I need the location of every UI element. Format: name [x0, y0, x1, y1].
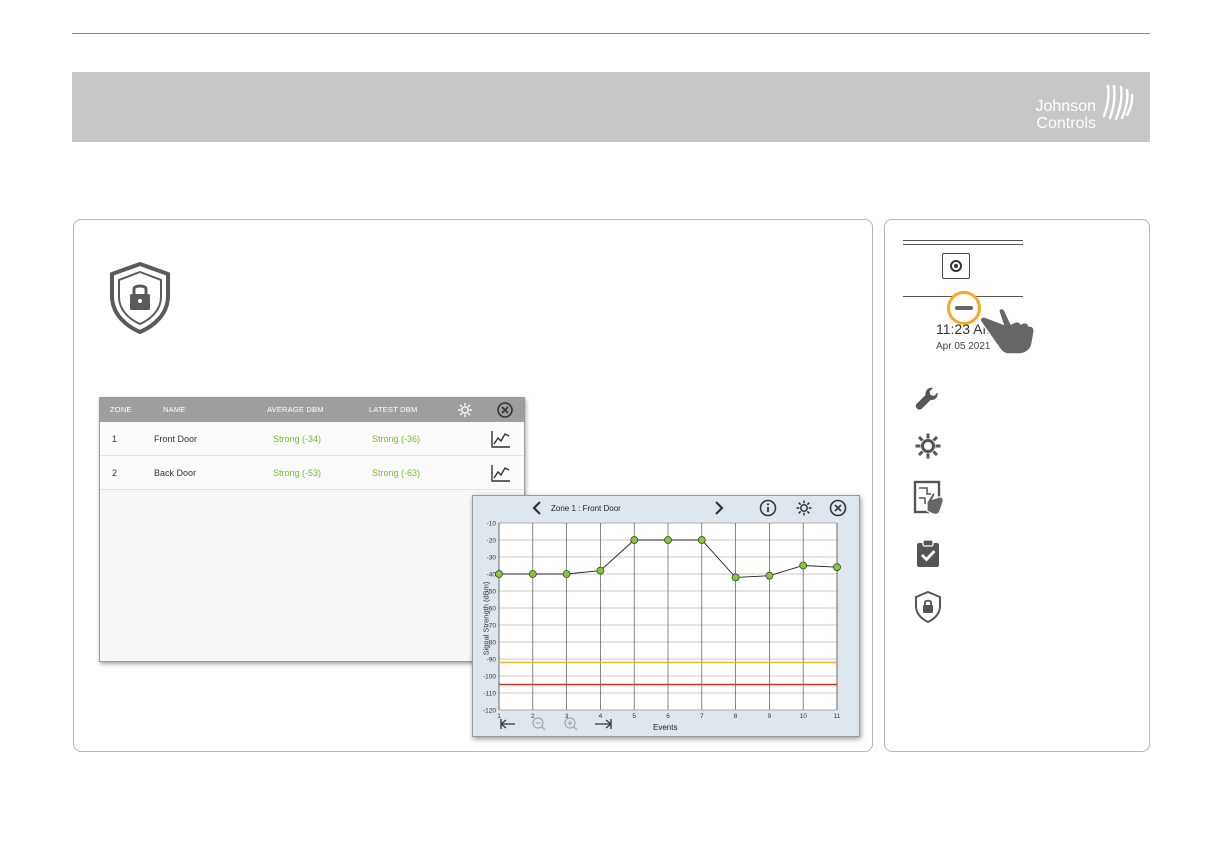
zone-cell: 1 [112, 434, 118, 444]
x-tick-label: 4 [599, 713, 603, 720]
y-tick-label: -110 [483, 691, 496, 698]
average-cell: Strong (-53) [273, 468, 322, 478]
data-point [765, 571, 774, 580]
zoom-out-icon[interactable] [532, 717, 546, 731]
pointing-hand-icon [979, 307, 1035, 355]
chart-nav-controls [500, 717, 612, 731]
average-cell: Strong (-34) [273, 434, 322, 444]
data-point [664, 536, 672, 544]
zone-cell: 2 [112, 468, 118, 478]
y-tick-label: -50 [487, 589, 497, 596]
col-name: NAME [163, 405, 186, 414]
data-point [495, 570, 503, 578]
top-rule [72, 33, 1150, 34]
latest-cell: Strong (-36) [372, 434, 421, 444]
y-tick-label: -80 [487, 640, 497, 647]
divider [903, 240, 1023, 241]
x-tick-label: 9 [768, 713, 772, 720]
x-tick-label: 7 [700, 713, 704, 720]
y-tick-label: -60 [487, 606, 497, 613]
jump-end-icon[interactable] [595, 719, 612, 729]
x-tick-label: 2 [531, 713, 535, 720]
main-panel: ZONE NAME AVERAGE DBM LATEST DBM 1 Front… [73, 219, 873, 752]
data-point [833, 563, 841, 572]
x-tick-label: 3 [565, 713, 569, 720]
wrench-icon[interactable] [913, 384, 943, 414]
header-banner: Johnson Controls [72, 72, 1150, 142]
x-tick-label: 10 [800, 713, 808, 720]
pull-down-tab[interactable] [947, 291, 981, 325]
y-tick-label: -90 [487, 657, 497, 664]
y-tick-label: -30 [487, 555, 497, 562]
y-tick-label: -20 [487, 538, 497, 545]
shield-lock-icon[interactable] [913, 590, 943, 624]
x-tick-label: 1 [497, 713, 501, 720]
divider [903, 244, 1023, 245]
latest-cell: Strong (-63) [372, 468, 421, 478]
table-row[interactable]: 2 Back Door Strong (-53) Strong (-63) [100, 456, 524, 490]
y-tick-label: -40 [487, 572, 497, 579]
data-point [799, 561, 808, 570]
gear-icon[interactable] [913, 431, 943, 461]
signal-strength-table-window: ZONE NAME AVERAGE DBM LATEST DBM 1 Front… [99, 397, 525, 662]
signal-history-chart-window: Zone 1 : Front Door Signal Strength (dBm… [472, 495, 860, 737]
x-tick-label: 11 [834, 713, 841, 720]
brand-line-1: Johnson [1035, 98, 1097, 115]
brand-mark-icon [1102, 84, 1134, 121]
x-tick-label: 6 [666, 713, 670, 720]
y-tick-label: -70 [487, 623, 497, 630]
data-point [562, 570, 571, 578]
col-latest-dbm: LATEST DBM [369, 405, 418, 414]
jump-start-icon[interactable] [500, 719, 515, 729]
line-graph-icon[interactable] [490, 463, 512, 483]
home-button[interactable] [942, 253, 970, 279]
col-zone: ZONE [110, 405, 132, 414]
y-tick-label: -100 [483, 674, 496, 681]
data-point [731, 573, 740, 582]
name-cell: Back Door [154, 468, 197, 478]
x-tick-label: 8 [734, 713, 738, 720]
line-graph-icon[interactable] [490, 429, 512, 449]
brand-line-2: Controls [1036, 115, 1096, 132]
x-tick-label: 5 [632, 713, 636, 720]
y-tick-label: -120 [483, 708, 496, 715]
johnson-controls-logo: Johnson Controls [1016, 82, 1136, 134]
data-point [630, 536, 639, 544]
side-panel: 11:23 AM Apr 05 2021 [884, 219, 1150, 752]
gear-icon[interactable] [456, 401, 474, 419]
clipboard-check-icon[interactable] [913, 538, 943, 568]
shield-lock-icon [110, 261, 170, 335]
y-tick-label: -10 [487, 521, 497, 528]
table-header: ZONE NAME AVERAGE DBM LATEST DBM [100, 398, 524, 422]
data-point [697, 536, 706, 544]
touch-panel-icon[interactable] [913, 480, 947, 516]
table-row[interactable]: 1 Front Door Strong (-34) Strong (-36) [100, 422, 524, 456]
data-point [596, 566, 605, 575]
close-icon[interactable] [496, 401, 514, 419]
name-cell: Front Door [154, 434, 198, 444]
col-average-dbm: AVERAGE DBM [267, 405, 324, 414]
data-point [528, 570, 537, 578]
signal-chart: -10-20-30-40-50-60-70-80-90-100-110-1201… [483, 521, 841, 731]
